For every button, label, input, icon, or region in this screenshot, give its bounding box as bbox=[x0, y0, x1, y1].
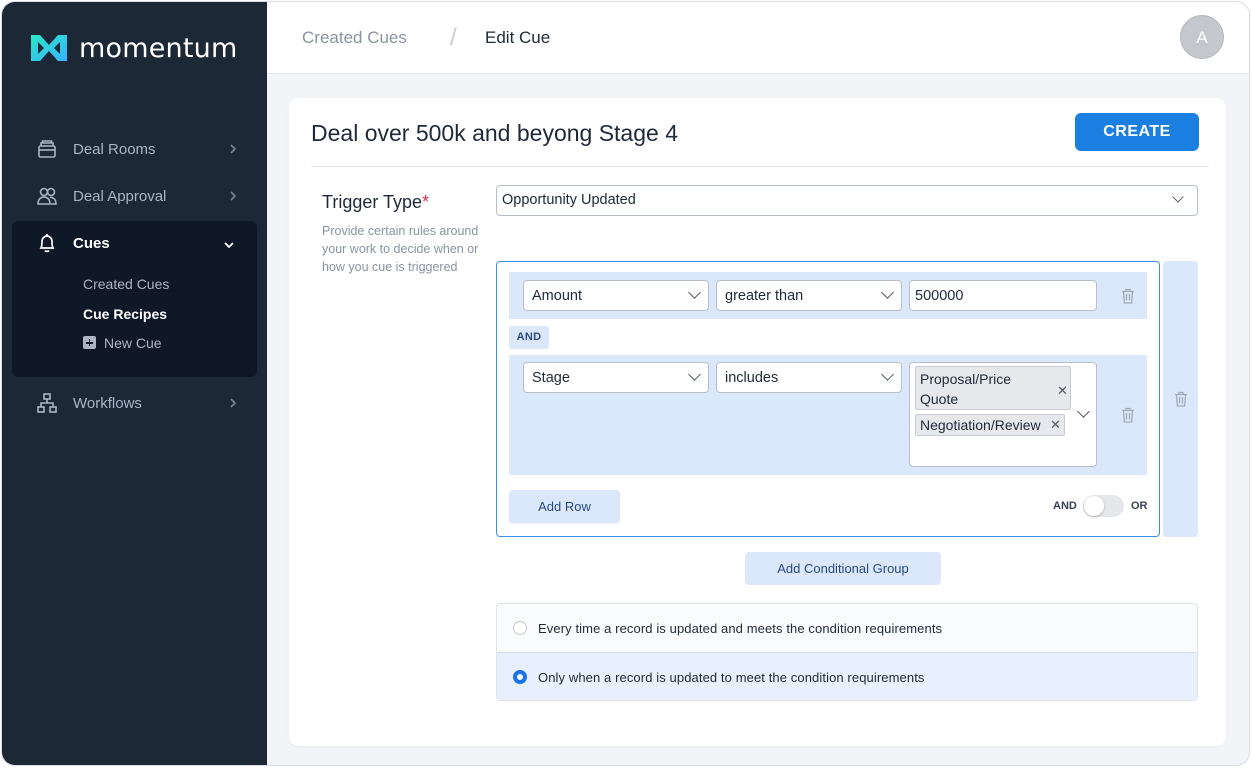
operator-select[interactable]: includes bbox=[716, 362, 902, 393]
trigger-frequency-options: Every time a record is updated and meets… bbox=[496, 603, 1198, 701]
chevron-down-icon bbox=[688, 368, 701, 381]
sidebar-item-cues-header[interactable]: Cues bbox=[12, 221, 257, 267]
radio-option[interactable]: Only when a record is updated to meet th… bbox=[497, 652, 1197, 700]
sidebar-item-label: Cues bbox=[73, 235, 110, 252]
operator-select-value: includes bbox=[725, 370, 779, 386]
users-icon bbox=[37, 187, 57, 205]
bell-icon bbox=[39, 234, 55, 253]
sidebar-subitem-label: New Cue bbox=[104, 335, 162, 351]
sidebar-item-deal-rooms[interactable]: Deal Rooms bbox=[12, 125, 257, 173]
radio-button[interactable] bbox=[513, 670, 527, 684]
chevron-down-icon bbox=[881, 286, 894, 299]
value-chip-label: Negotiation/Review bbox=[920, 417, 1041, 433]
radio-label: Every time a record is updated and meets… bbox=[538, 621, 943, 636]
condition-group: Amount greater than 500000 AND Stage inc… bbox=[496, 261, 1160, 537]
operator-select[interactable]: greater than bbox=[716, 280, 902, 311]
toggle-and-label: AND bbox=[1053, 500, 1077, 512]
value-input[interactable]: 500000 bbox=[909, 280, 1097, 311]
value-chip: Proposal/Price Quote ✕ bbox=[915, 366, 1071, 410]
trash-icon[interactable] bbox=[1174, 391, 1188, 407]
trigger-type-label: Trigger Type* bbox=[322, 192, 429, 213]
add-conditional-group-button[interactable]: Add Conditional Group bbox=[745, 552, 941, 585]
app-window: momentum Deal Rooms Deal Approval Cues C… bbox=[1, 1, 1250, 766]
archive-box-icon bbox=[38, 140, 56, 158]
plus-square-icon bbox=[83, 336, 96, 349]
radio-button[interactable] bbox=[513, 621, 527, 635]
create-button[interactable]: CREATE bbox=[1075, 113, 1199, 151]
field-select[interactable]: Stage bbox=[523, 362, 709, 393]
chevron-down-icon bbox=[688, 286, 701, 299]
chevron-right-icon bbox=[230, 144, 237, 154]
avatar[interactable]: A bbox=[1180, 15, 1224, 59]
trigger-type-value: Opportunity Updated bbox=[502, 192, 636, 208]
required-mark: * bbox=[422, 192, 430, 212]
top-bar: Created Cues / Edit Cue A bbox=[267, 2, 1249, 74]
chevron-down-icon bbox=[224, 242, 234, 249]
close-icon[interactable]: ✕ bbox=[1057, 381, 1068, 401]
operator-select-value: greater than bbox=[725, 288, 804, 304]
trigger-type-help: Provide certain rules around your work t… bbox=[322, 224, 479, 274]
close-icon[interactable]: ✕ bbox=[1050, 415, 1061, 435]
trash-icon[interactable] bbox=[1121, 288, 1135, 304]
divider bbox=[311, 166, 1209, 167]
add-row-button[interactable]: Add Row bbox=[509, 490, 620, 523]
sidebar-item-label: Workflows bbox=[73, 394, 142, 412]
chevron-down-icon[interactable] bbox=[1077, 405, 1090, 418]
field-select[interactable]: Amount bbox=[523, 280, 709, 311]
breadcrumb-separator: / bbox=[450, 24, 457, 51]
value-chip-label: Proposal/Price Quote bbox=[920, 371, 1012, 407]
join-badge: AND bbox=[509, 326, 549, 349]
breadcrumb-edit-cue: Edit Cue bbox=[485, 28, 551, 47]
condition-row: Stage includes Proposal/Price Quote ✕ Ne… bbox=[509, 355, 1147, 475]
momentum-logo-icon bbox=[31, 35, 67, 61]
toggle-or-label: OR bbox=[1131, 500, 1148, 512]
page-title: Deal over 500k and beyong Stage 4 bbox=[311, 120, 678, 146]
sidebar-item-cues: Cues Created Cues Cue Recipes New Cue bbox=[12, 221, 257, 377]
trigger-type-label-text: Trigger Type bbox=[322, 192, 423, 212]
radio-label: Only when a record is updated to meet th… bbox=[538, 670, 925, 685]
trigger-type-select[interactable]: Opportunity Updated bbox=[496, 185, 1198, 216]
sidebar-subitem-cue-recipes[interactable]: Cue Recipes bbox=[83, 306, 167, 322]
toggle-knob bbox=[1084, 496, 1104, 516]
trash-icon[interactable] bbox=[1121, 407, 1135, 423]
sidebar-item-workflows[interactable]: Workflows bbox=[12, 379, 257, 427]
sidebar-item-label: Deal Approval bbox=[73, 187, 167, 205]
sitemap-icon bbox=[37, 393, 57, 413]
breadcrumb-created-cues[interactable]: Created Cues bbox=[302, 28, 407, 48]
radio-option[interactable]: Every time a record is updated and meets… bbox=[497, 604, 1197, 652]
sidebar-item-label: Deal Rooms bbox=[73, 140, 156, 158]
value-chip: Negotiation/Review ✕ bbox=[915, 414, 1065, 436]
group-actions bbox=[1163, 261, 1198, 537]
and-or-toggle[interactable] bbox=[1083, 495, 1124, 517]
chevron-down-icon bbox=[1172, 191, 1184, 203]
chevron-right-icon bbox=[230, 398, 237, 408]
value-multiselect[interactable]: Proposal/Price Quote ✕ Negotiation/Revie… bbox=[909, 362, 1097, 467]
sidebar-subitem-new-cue[interactable]: New Cue bbox=[83, 335, 162, 351]
sidebar: momentum Deal Rooms Deal Approval Cues C… bbox=[2, 2, 267, 765]
chevron-down-icon bbox=[881, 368, 894, 381]
cue-editor-card: Deal over 500k and beyong Stage 4 CREATE… bbox=[289, 98, 1226, 746]
app-name: momentum bbox=[79, 32, 238, 64]
sidebar-subitem-created-cues[interactable]: Created Cues bbox=[83, 276, 169, 292]
field-select-value: Stage bbox=[532, 370, 570, 386]
field-select-value: Amount bbox=[532, 288, 582, 304]
chevron-right-icon bbox=[230, 191, 237, 201]
sidebar-item-deal-approval[interactable]: Deal Approval bbox=[12, 172, 257, 220]
logo[interactable]: momentum bbox=[29, 32, 237, 64]
condition-row: Amount greater than 500000 bbox=[509, 272, 1147, 319]
